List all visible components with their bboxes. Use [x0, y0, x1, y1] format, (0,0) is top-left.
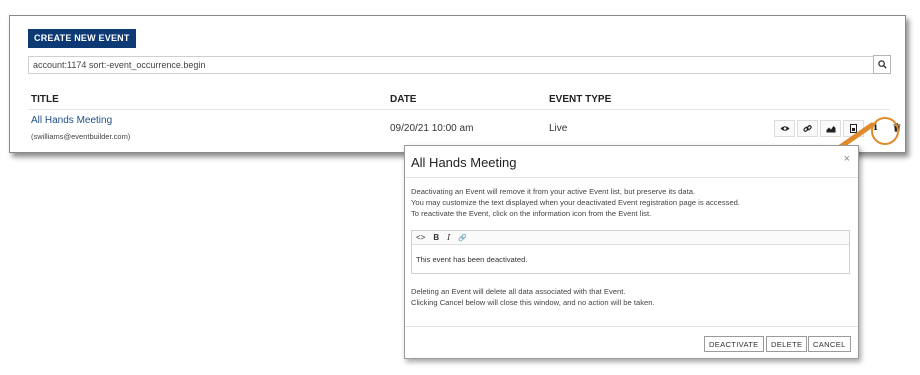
event-list-panel: CREATE NEW EVENT account:1174 sort:-even…: [9, 15, 906, 153]
editor-content[interactable]: This event has been deactivated.: [412, 245, 849, 264]
header-divider: [28, 109, 890, 110]
create-new-event-button[interactable]: CREATE NEW EVENT: [28, 29, 136, 48]
delete-highlight-ring: [871, 117, 899, 145]
preview-button[interactable]: [774, 120, 795, 137]
code-view-icon[interactable]: <>: [416, 233, 425, 242]
close-icon[interactable]: ×: [844, 153, 850, 165]
delete-info-line-2: Clicking Cancel below will close this wi…: [411, 298, 655, 307]
column-header-title: TITLE: [31, 94, 59, 105]
deactivate-info-line-2: You may customize the text displayed whe…: [411, 198, 740, 207]
event-date: 09/20/21 10:00 am: [390, 123, 474, 134]
delete-info-line-1: Deleting an Event will delete all data a…: [411, 287, 626, 296]
document-icon: [850, 124, 857, 133]
deactivate-info-line-3: To reactivate the Event, click on the in…: [411, 209, 652, 218]
analytics-button[interactable]: [820, 120, 841, 137]
deactivation-message-editor: <> B I 🔗 This event has been deactivated…: [411, 230, 850, 274]
column-header-event-type: EVENT TYPE: [549, 94, 612, 105]
event-title-link[interactable]: All Hands Meeting: [31, 115, 112, 126]
chart-icon: [826, 125, 835, 132]
editor-toolbar: <> B I 🔗: [412, 231, 849, 245]
deactivate-button[interactable]: DEACTIVATE: [704, 336, 764, 352]
cancel-button[interactable]: CANCEL: [808, 336, 851, 352]
italic-icon[interactable]: I: [447, 233, 450, 242]
search-button[interactable]: [873, 55, 891, 74]
deactivate-event-modal: All Hands Meeting × Deactivating an Even…: [404, 145, 859, 359]
delete-button[interactable]: DELETE: [766, 336, 808, 352]
event-type: Live: [549, 123, 568, 134]
deactivate-info-line-1: Deactivating an Event will remove it fro…: [411, 187, 696, 196]
report-button[interactable]: [843, 120, 864, 137]
column-header-date: DATE: [390, 94, 417, 105]
bold-icon[interactable]: B: [433, 233, 439, 242]
modal-header-divider: [405, 177, 858, 178]
copy-link-button[interactable]: [797, 120, 818, 137]
link-icon[interactable]: 🔗: [458, 234, 467, 242]
link-icon: [803, 125, 812, 132]
eye-icon: [780, 126, 789, 131]
search-icon: [877, 60, 887, 69]
modal-footer-divider: [405, 326, 858, 327]
event-owner-email: (swilliams@eventbuilder.com): [31, 132, 131, 141]
search-input[interactable]: account:1174 sort:-event_occurrence.begi…: [28, 56, 880, 74]
modal-title: All Hands Meeting: [411, 155, 517, 170]
